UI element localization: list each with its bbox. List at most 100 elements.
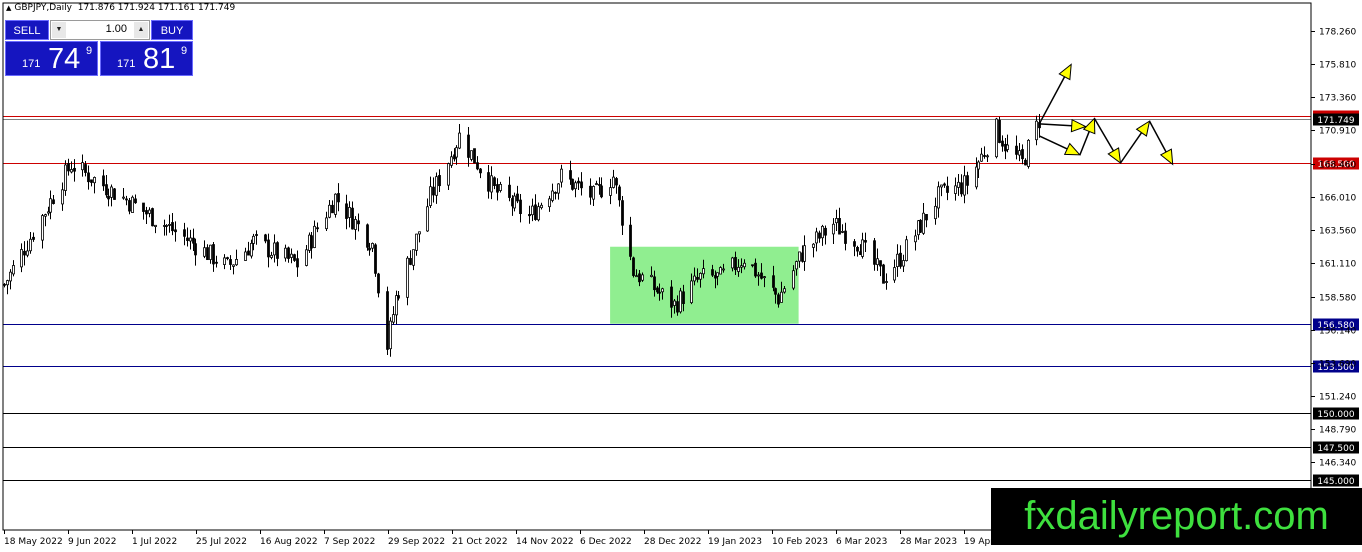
projection-zigzag-arrow-shaft[interactable] [1079,131,1090,156]
buy-button[interactable]: BUY [151,20,193,40]
candle-body [772,275,775,288]
projection-zigzag-arrow-shaft[interactable] [1038,135,1068,150]
candle-body [273,242,276,256]
candle-body [90,179,93,183]
candle-body [334,193,337,215]
candle-body [609,187,612,196]
candle-body [371,243,374,249]
projection-side-arrow-head[interactable] [1070,118,1087,133]
candle-body [1018,150,1021,156]
candle-body [244,251,247,261]
ask-price-pips: 81 [143,43,176,75]
candle-body [635,275,638,278]
candle-body [879,260,882,267]
one-click-trade-panel: SELL ▼ 1.00 ▲ BUY 171 74 9 171 81 9 [5,20,193,76]
candle-body [914,235,917,243]
lot-increase-icon[interactable]: ▲ [134,22,148,38]
projection-side-arrow-shaft[interactable] [1039,123,1072,127]
bid-price-button[interactable]: 171 74 9 [5,41,98,76]
candle-body [980,153,983,162]
candle-body [966,175,969,186]
consolidation-zone[interactable] [610,246,799,324]
x-tick-label: 14 Nov 2022 [516,537,574,547]
sell-button[interactable]: SELL [5,20,49,40]
candle-body [571,178,574,190]
x-tick-label: 29 Sep 2022 [388,537,445,547]
projection-up-arrow-head[interactable] [1058,63,1072,81]
candle-body [377,273,380,294]
candle-body [995,118,998,158]
projection-zigzag-arrow-head[interactable] [1159,148,1174,166]
candle-body [528,214,531,217]
projection-zigzag-arrow-shaft[interactable] [1093,118,1115,152]
candle-body [537,206,540,221]
candle-body [29,238,32,252]
collapse-triangle-icon[interactable]: ▲ [6,4,11,12]
candle-body [331,204,334,214]
candle-body [232,264,235,267]
projection-zigzag-arrow-head[interactable] [1063,142,1082,156]
lot-decrease-icon[interactable]: ▼ [52,22,66,38]
candle-body [296,258,299,268]
candle-body [595,183,598,185]
candle-body [957,181,960,188]
candle-body [922,212,925,234]
projection-zigzag-arrow-shaft[interactable] [1119,132,1143,164]
candle-body [64,164,67,191]
y-tick-label: 153.690 [1319,360,1356,370]
x-tick-label: 28 Dec 2022 [644,537,702,547]
candle-body [44,214,47,217]
candle-body [580,181,583,189]
candle-body [435,176,438,196]
projection-zigzag-arrow-head[interactable] [1135,120,1151,137]
candle-body [946,185,949,193]
candle-body [264,234,267,242]
projection-zigzag-arrow-shaft[interactable] [1148,120,1167,153]
candle-body [832,223,835,235]
projection-zigzag-arrow-head[interactable] [1107,147,1122,165]
candle-body [638,273,641,283]
candle-body [154,224,157,227]
candle-body [975,166,978,188]
bid-price-pips: 74 [48,43,81,75]
candle-body [247,250,250,256]
candle-body [229,259,232,265]
candle-body [209,244,212,260]
candle-body [548,198,551,208]
current-price-label: 171.749 [1317,116,1354,126]
candle-body [290,253,293,258]
y-tick-label: 146.340 [1319,459,1356,469]
candle-body [690,280,693,304]
candle-body [902,260,905,267]
lot-size-value[interactable]: 1.00 [106,23,127,35]
candle-body [479,168,482,174]
candle-body [470,150,473,160]
candle-body [780,291,783,303]
candle-body [629,224,632,257]
candle-body [641,274,644,281]
candle-body [519,199,522,215]
candle-body [374,244,377,274]
candle-body [145,210,148,215]
ask-price-button[interactable]: 171 81 9 [100,41,193,76]
candle-body [577,180,580,184]
candle-body [142,202,145,212]
lot-size-field[interactable]: ▼ 1.00 ▲ [50,20,150,40]
candle-body [61,189,64,205]
ask-price-prefix: 171 [117,58,136,70]
candle-body [676,301,679,313]
candle-body [777,294,780,305]
price-chart[interactable]: 172.000168.500156.580153.500150.000147.5… [0,0,1362,552]
candle-body [325,217,328,230]
symbol-label: GBPJPY,Daily [14,3,72,13]
candle-body [194,243,197,256]
candle-body [998,119,1001,143]
candle-body [682,291,685,304]
candle-body [540,204,543,209]
candle-body [589,185,592,198]
candle-body [531,205,534,216]
candle-body [838,218,841,235]
candle-body [70,169,73,173]
candle-body [20,249,23,268]
candle-body [719,267,722,275]
